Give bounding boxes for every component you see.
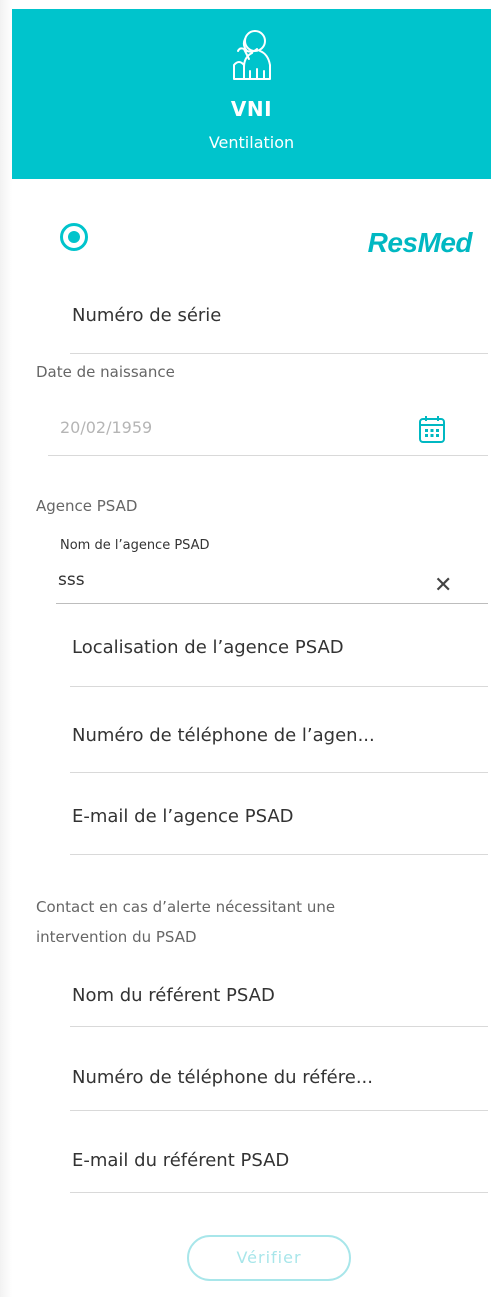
referent-phone-field[interactable]: Numéro de téléphone du référe... [72, 1067, 373, 1088]
referent-phone-underline [70, 1110, 488, 1111]
referent-name-field[interactable]: Nom du référent PSAD [72, 985, 275, 1006]
device-form-card: VNI Ventilation ResMed Numéro de série D… [12, 9, 491, 1297]
birth-date-label: Date de naissance [36, 363, 175, 381]
patient-ventilation-icon [233, 30, 271, 80]
calendar-icon[interactable] [418, 414, 446, 444]
agency-location-field[interactable]: Localisation de l’agence PSAD [72, 637, 344, 658]
device-header: VNI Ventilation [12, 9, 491, 179]
contact-section-label-line2: intervention du PSAD [36, 928, 197, 946]
referent-email-underline [70, 1192, 488, 1193]
agency-name-label: Nom de l’agence PSAD [60, 538, 210, 553]
agency-name-input[interactable]: sss [58, 570, 85, 590]
brand-logo: ResMed [367, 227, 473, 258]
agency-phone-field[interactable]: Numéro de téléphone de l’agen... [72, 725, 375, 746]
device-select-radio[interactable] [60, 223, 88, 251]
contact-section-label-line1: Contact en cas d’alerte nécessitant une [36, 898, 336, 916]
serial-number-underline [70, 353, 488, 354]
left-shadow [0, 0, 12, 1297]
referent-name-underline [70, 1026, 488, 1027]
agency-email-field[interactable]: E-mail de l’agence PSAD [72, 806, 294, 827]
clear-icon[interactable]: ✕ [434, 573, 452, 598]
agency-email-underline [70, 854, 488, 855]
agency-section-label: Agence PSAD [36, 497, 138, 515]
agency-location-underline [70, 686, 488, 687]
header-subtitle: Ventilation [208, 133, 295, 152]
agency-name-underline [56, 603, 488, 604]
header-title: VNI [230, 97, 273, 121]
agency-phone-underline [70, 772, 488, 773]
referent-email-field[interactable]: E-mail du référent PSAD [72, 1150, 289, 1171]
birth-date-underline [48, 455, 488, 456]
birth-date-value[interactable]: 20/02/1959 [60, 418, 152, 437]
serial-number-field[interactable]: Numéro de série [72, 305, 221, 326]
verify-button[interactable]: Vérifier [187, 1235, 351, 1281]
